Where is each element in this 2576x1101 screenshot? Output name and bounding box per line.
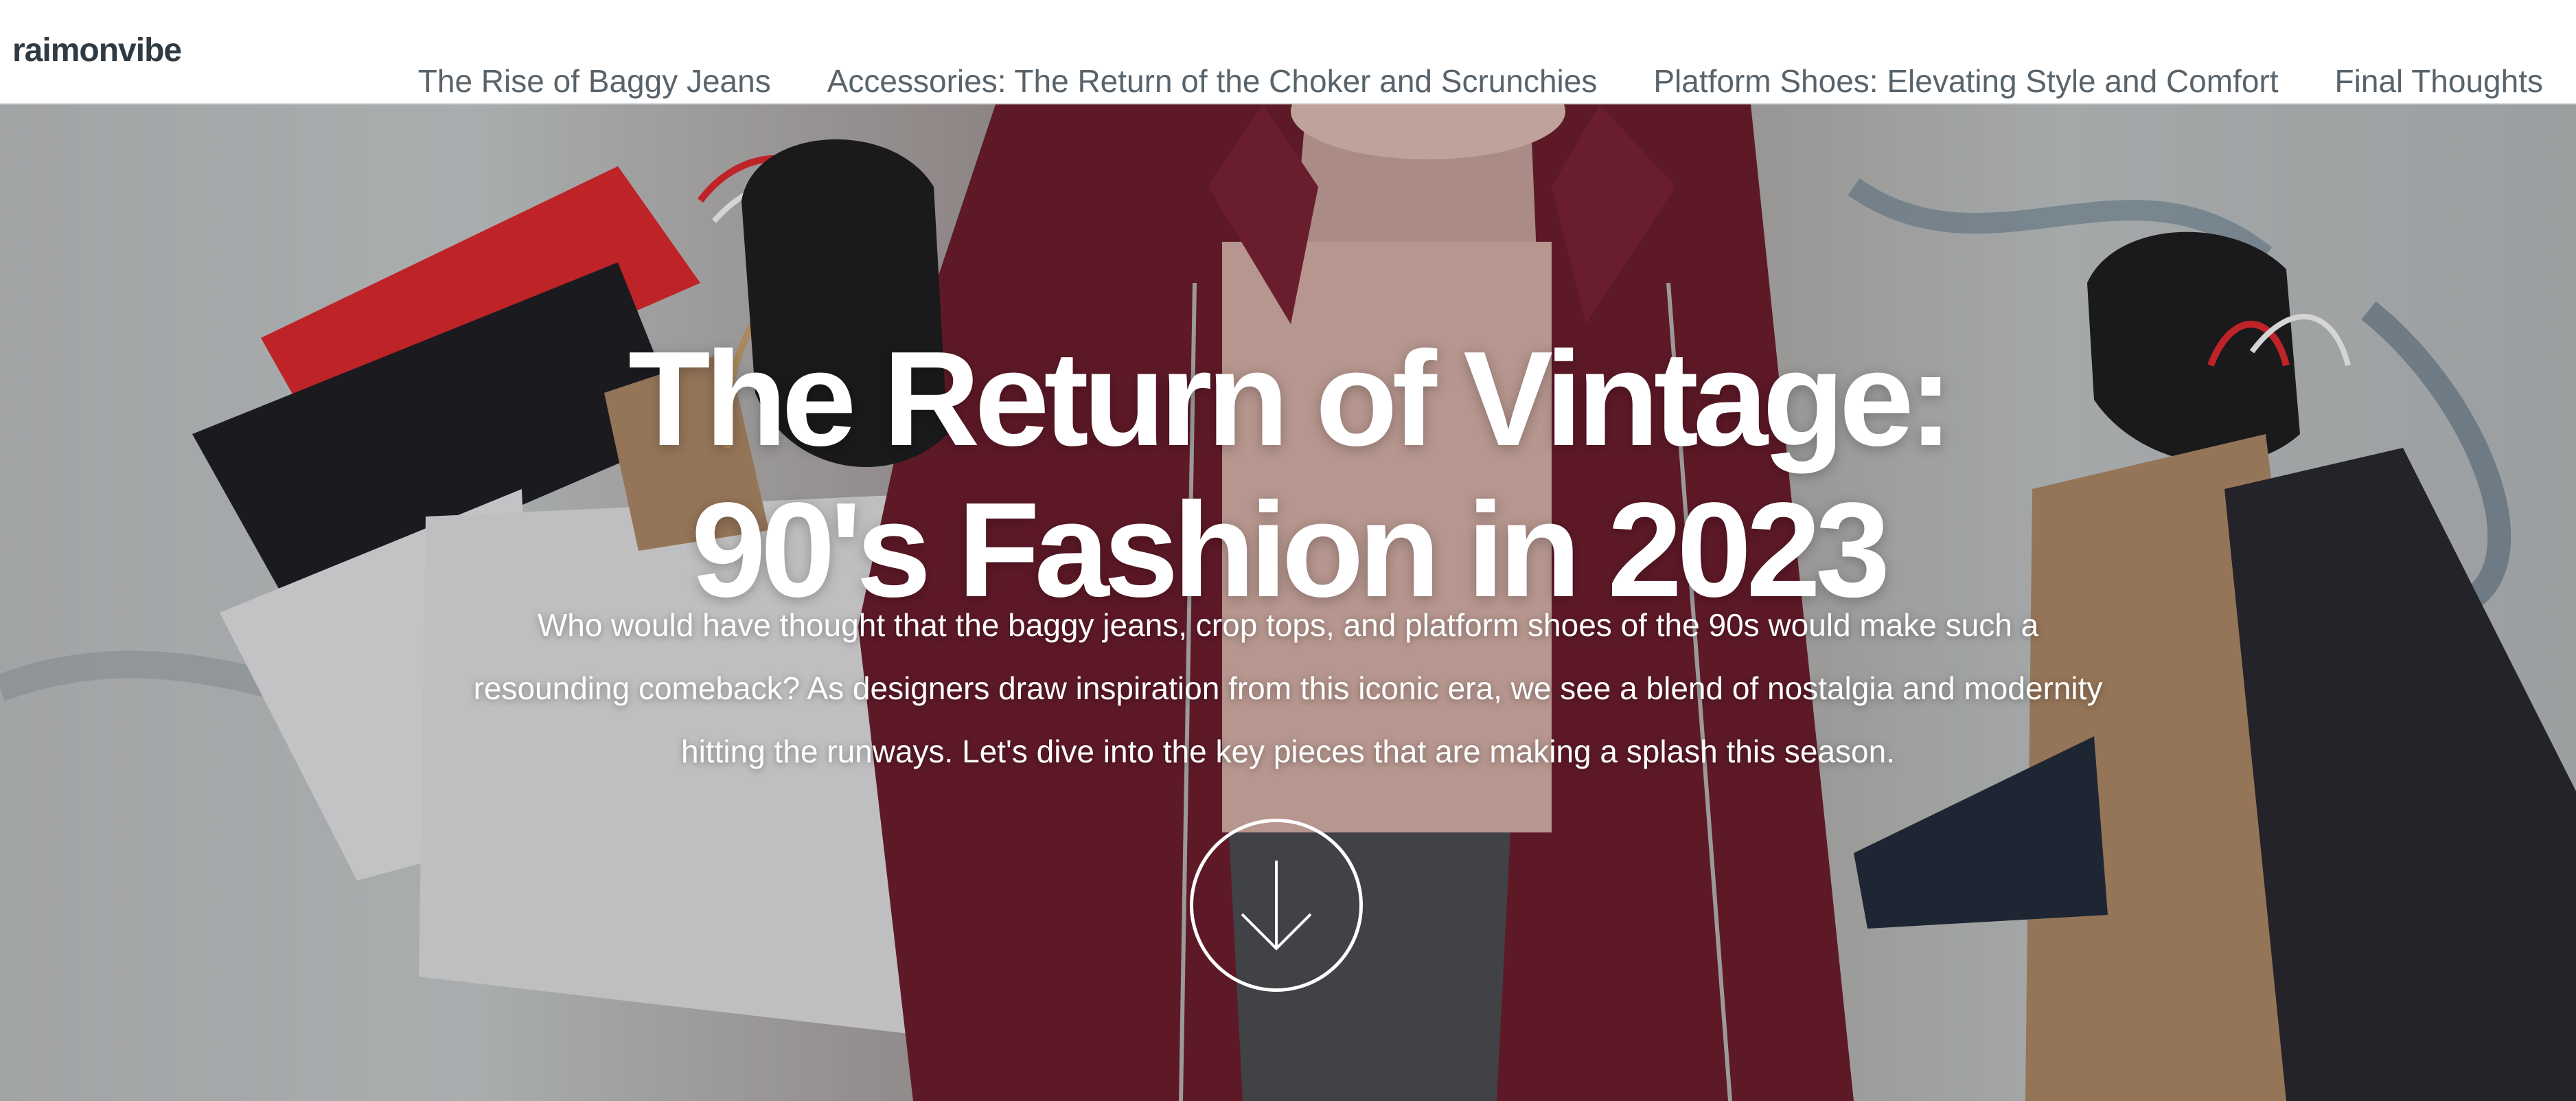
scroll-down-button[interactable] bbox=[1190, 819, 1363, 992]
nav-link-platform-shoes[interactable]: Platform Shoes: Elevating Style and Comf… bbox=[1653, 60, 2278, 102]
hero-section: The Return of Vintage: 90's Fashion in 2… bbox=[0, 104, 2576, 1101]
hero-title: The Return of Vintage: 90's Fashion in 2… bbox=[0, 324, 2576, 626]
nav-link-baggy-jeans[interactable]: The Rise of Baggy Jeans bbox=[418, 60, 771, 102]
site-header: raimonvibe The Rise of Baggy Jeans Acces… bbox=[0, 0, 2576, 104]
hero-title-line-1: The Return of Vintage: bbox=[628, 324, 1953, 475]
arrow-down-icon bbox=[1241, 861, 1312, 951]
main-nav: The Rise of Baggy Jeans Accessories: The… bbox=[418, 60, 2543, 102]
nav-link-accessories[interactable]: Accessories: The Return of the Choker an… bbox=[827, 60, 1598, 102]
site-logo[interactable]: raimonvibe bbox=[12, 30, 182, 71]
hero-intro-text: Who would have thought that the baggy je… bbox=[473, 607, 2103, 769]
nav-link-final-thoughts[interactable]: Final Thoughts bbox=[2335, 60, 2543, 102]
